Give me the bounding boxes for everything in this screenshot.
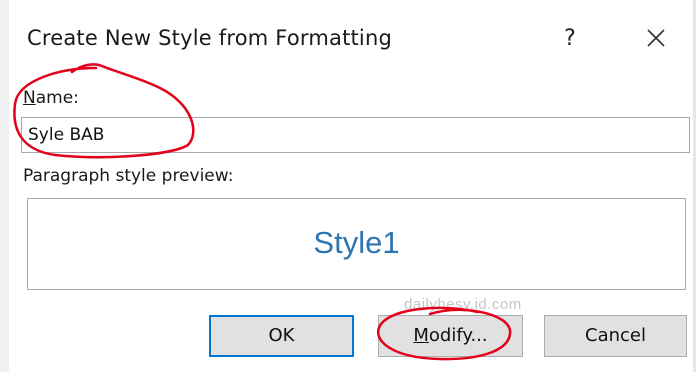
preview-style-name: Style1 <box>313 225 400 260</box>
name-label-mnemonic: N <box>23 88 36 108</box>
close-button[interactable] <box>636 22 676 56</box>
name-label-text: ame: <box>35 88 79 108</box>
name-input[interactable] <box>21 117 690 153</box>
preview-label: Paragraph style preview: <box>23 166 234 186</box>
ok-button[interactable]: OK <box>209 315 354 357</box>
cancel-button[interactable]: Cancel <box>544 315 687 357</box>
paragraph-style-preview: Style1 <box>27 198 686 290</box>
close-icon <box>647 29 665 47</box>
help-button[interactable]: ? <box>553 22 587 56</box>
name-label: Name: <box>23 88 79 108</box>
dialog-title: Create New Style from Formatting <box>27 26 393 50</box>
watermark: dailyhesy.id.com <box>404 296 522 313</box>
create-style-dialog: Create New Style from Formatting ? Name:… <box>0 0 696 372</box>
window-left-edge <box>0 0 9 372</box>
modify-button-label: odify... <box>428 325 488 346</box>
modify-button[interactable]: Modify... <box>378 315 523 357</box>
modify-button-mnemonic: M <box>413 325 429 346</box>
